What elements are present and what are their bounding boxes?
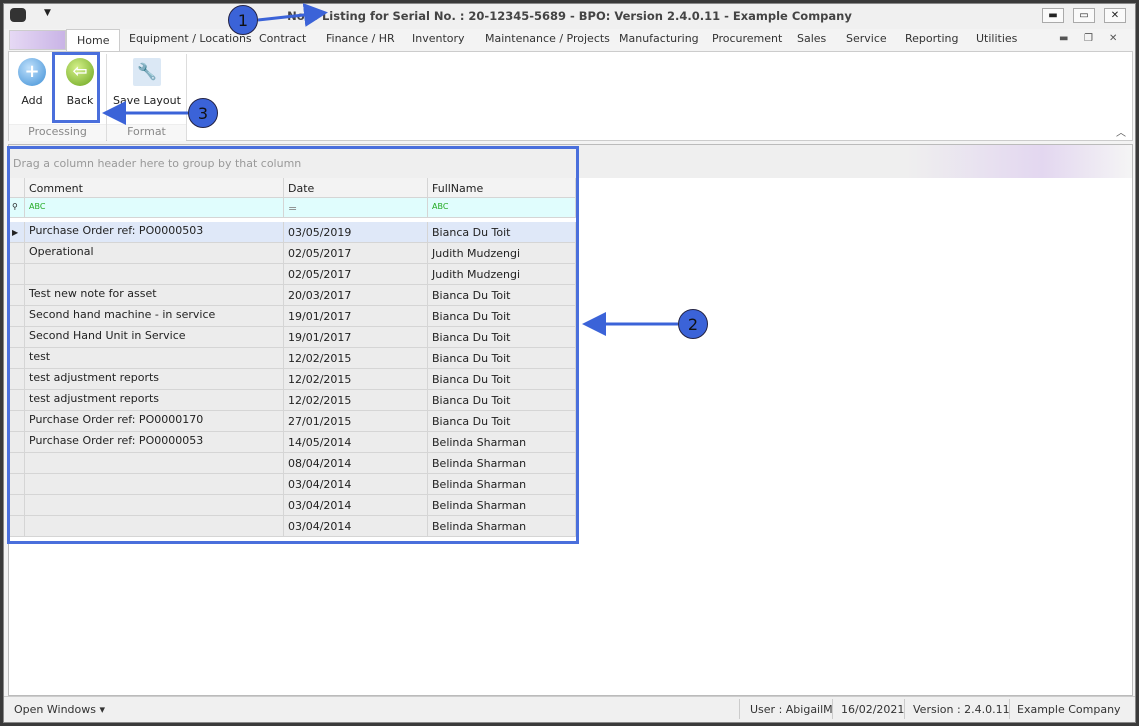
annotation-marker-2: 2 (678, 309, 708, 339)
annotation-marker-3: 3 (188, 98, 218, 128)
annotation-arrows (102, 3, 678, 336)
annotation-marker-1: 1 (228, 5, 258, 35)
